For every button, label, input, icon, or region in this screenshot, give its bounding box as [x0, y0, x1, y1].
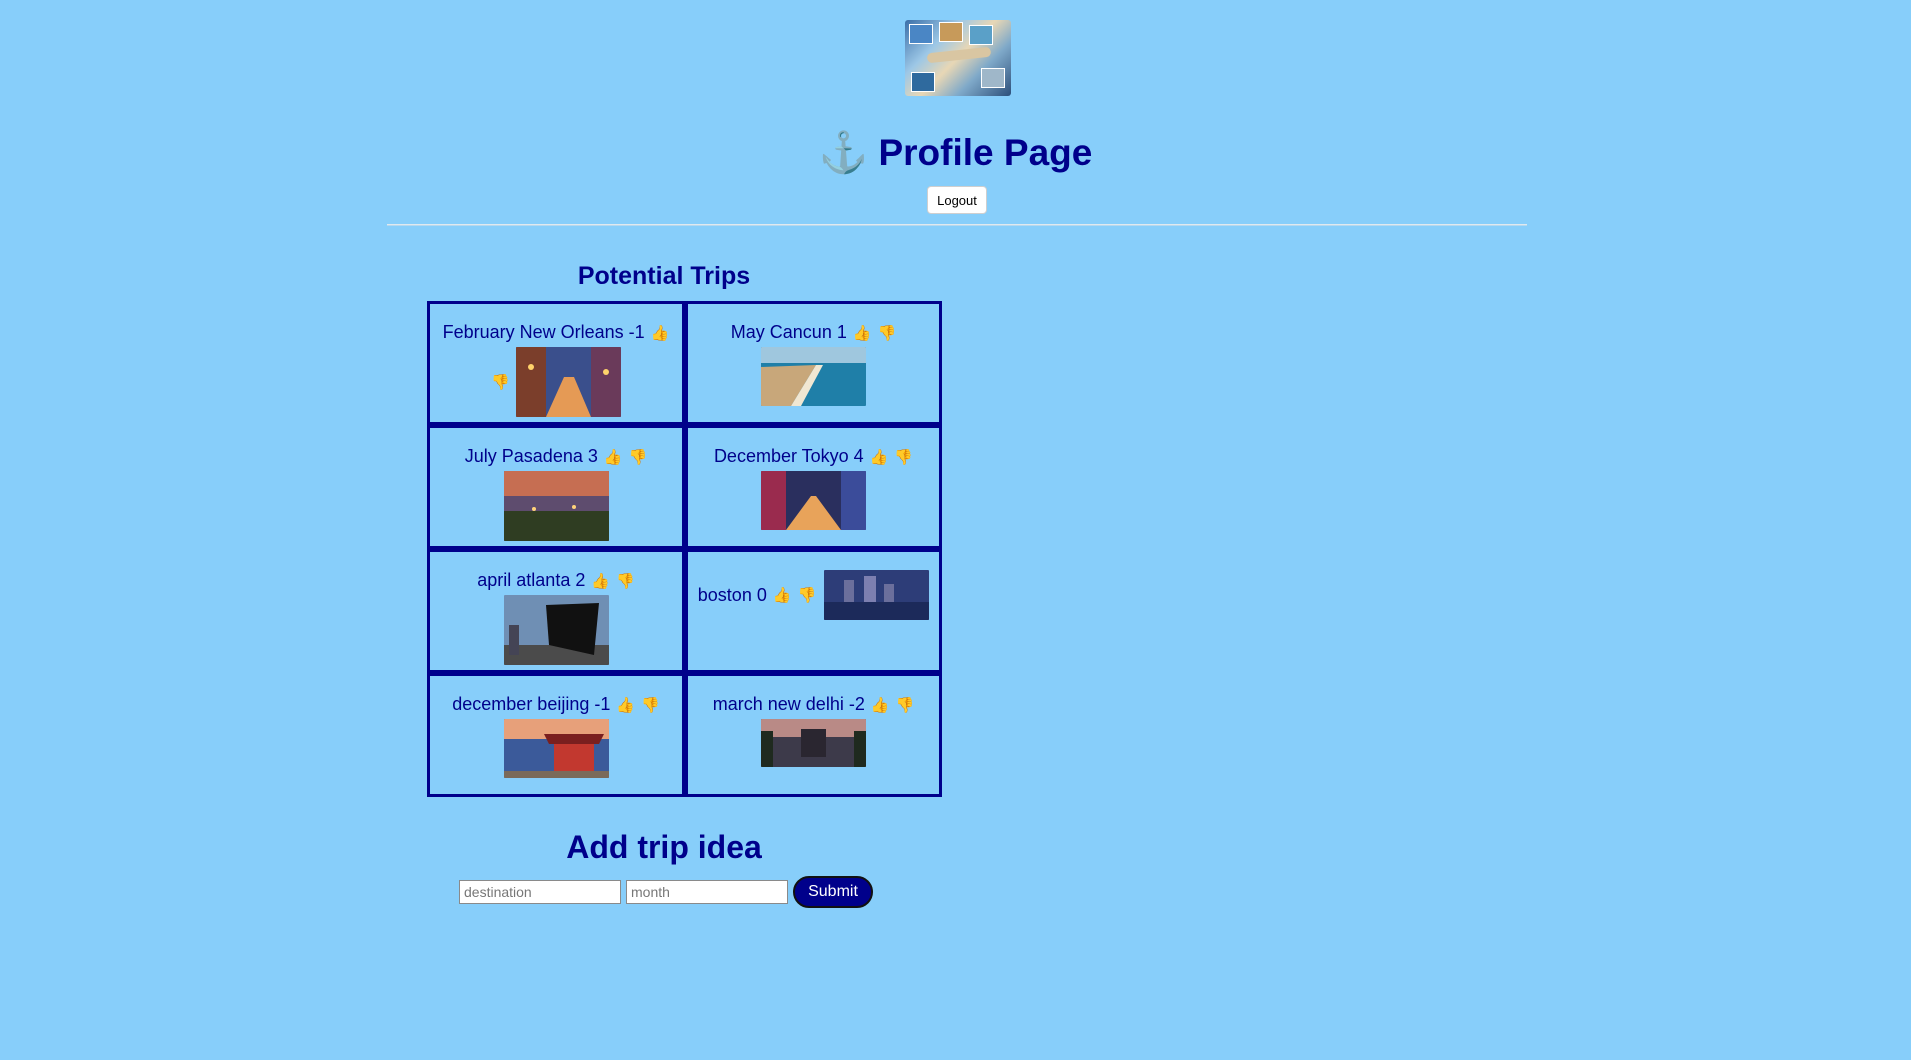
trip-card: December Tokyo 4 👍 👎: [685, 425, 942, 549]
trip-photo: [515, 347, 621, 417]
page-title: ⚓ Profile Page: [819, 132, 1093, 174]
trip-card: april atlanta 2 👍 👎: [427, 549, 685, 673]
trip-card: May Cancun 1 👍 👎: [685, 301, 942, 425]
logo-photo: [911, 72, 935, 92]
thumbs-down-icon[interactable]: 👎: [878, 324, 897, 342]
trip-label: May Cancun 1: [730, 322, 847, 342]
header-divider: [387, 224, 1527, 226]
site-logo: [905, 20, 1011, 96]
add-trip-heading: Add trip idea: [566, 829, 762, 865]
thumbs-up-icon[interactable]: 👍: [871, 696, 890, 714]
trip-photo: [761, 471, 866, 530]
trip-label: march new delhi -2: [712, 694, 865, 714]
thumbs-down-icon[interactable]: 👎: [616, 572, 635, 590]
thumbs-down-icon[interactable]: 👎: [491, 373, 510, 391]
trip-photo: [503, 595, 609, 665]
logo-photo: [969, 25, 993, 45]
logout-button[interactable]: Logout: [927, 186, 987, 214]
trip-label: december beijing -1: [452, 694, 611, 714]
trip-label: December Tokyo 4: [713, 446, 864, 466]
trip-photo: [761, 719, 866, 767]
thumbs-down-icon[interactable]: 👎: [798, 586, 817, 604]
trip-photo: [503, 471, 609, 541]
trip-card: march new delhi -2 👍 👎: [685, 673, 942, 797]
thumbs-up-icon[interactable]: 👍: [870, 448, 889, 466]
thumbs-up-icon[interactable]: 👍: [616, 696, 635, 714]
month-input[interactable]: [626, 880, 788, 904]
trip-photo: [503, 719, 609, 778]
trip-photo: [824, 570, 930, 620]
logo-photo: [909, 24, 933, 44]
trip-card: July Pasadena 3 👍 👎: [427, 425, 685, 549]
thumbs-down-icon[interactable]: 👎: [629, 448, 648, 466]
potential-trips-heading: Potential Trips: [577, 262, 751, 290]
trip-label: boston 0: [697, 584, 767, 605]
logo-plane: [926, 46, 992, 64]
trip-photo: [761, 347, 866, 406]
trip-card: February New Orleans -1 👍 👎: [427, 301, 685, 425]
trip-label: February New Orleans -1: [442, 322, 645, 342]
logo-photo: [981, 68, 1005, 88]
page-header: ⚓ Profile Page: [0, 132, 1911, 174]
trips-grid: February New Orleans -1 👍 👎 May Cancun 1…: [427, 301, 942, 797]
thumbs-down-icon[interactable]: 👎: [894, 448, 913, 466]
submit-button[interactable]: Submit: [793, 876, 873, 908]
thumbs-up-icon[interactable]: 👍: [591, 572, 610, 590]
page-title-text: Profile Page: [878, 132, 1093, 173]
add-trip-form: Submit: [459, 876, 873, 908]
trip-card: december beijing -1 👍 👎: [427, 673, 685, 797]
logo-photo: [939, 22, 963, 42]
thumbs-up-icon[interactable]: 👍: [773, 586, 792, 604]
trip-label: april atlanta 2: [477, 570, 586, 590]
thumbs-up-icon[interactable]: 👍: [853, 324, 872, 342]
trip-card: boston 0 👍 👎: [685, 549, 942, 673]
thumbs-up-icon[interactable]: 👍: [604, 448, 623, 466]
thumbs-down-icon[interactable]: 👎: [896, 696, 915, 714]
thumbs-down-icon[interactable]: 👎: [641, 696, 660, 714]
thumbs-up-icon[interactable]: 👍: [651, 324, 670, 342]
destination-input[interactable]: [459, 880, 621, 904]
anchor-icon: ⚓: [818, 131, 869, 175]
trip-label: July Pasadena 3: [464, 446, 598, 466]
